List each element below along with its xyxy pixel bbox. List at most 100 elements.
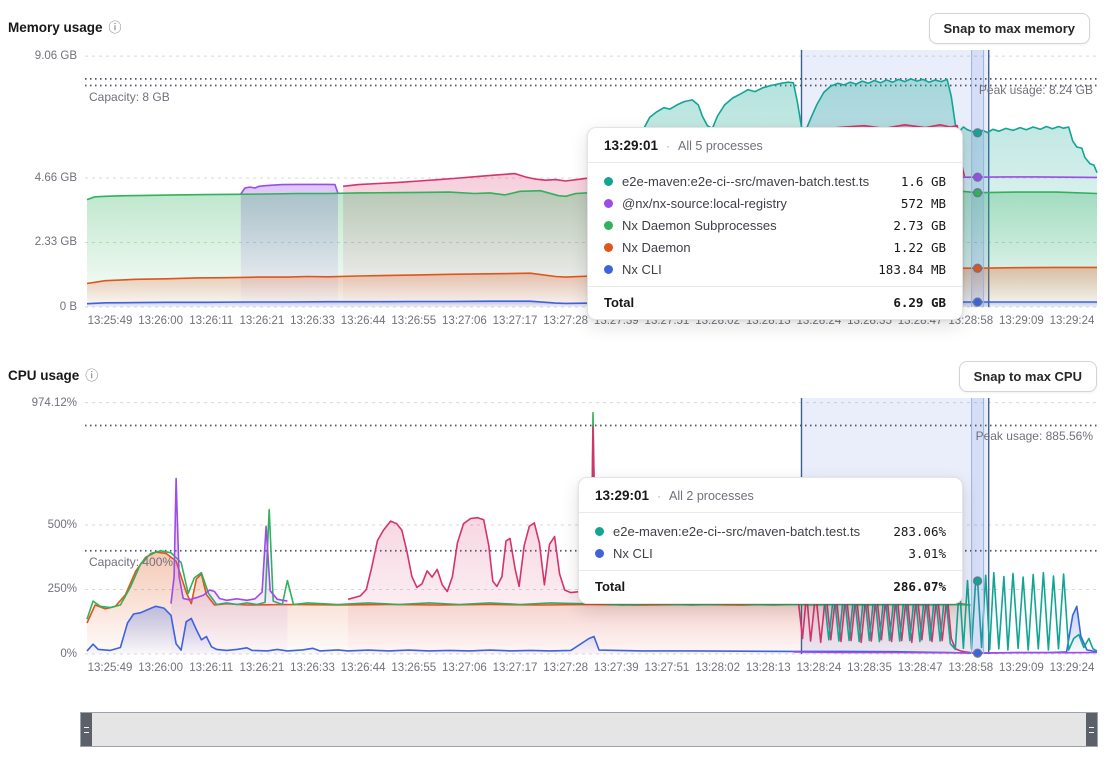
cpu-section-title: CPU usage ⓘ (8, 368, 98, 383)
snap-to-max-memory-button[interactable]: Snap to max memory (929, 13, 1091, 44)
process-name: Nx Daemon (622, 240, 884, 255)
process-value: 572 MB (901, 196, 946, 211)
process-name: e2e-maven:e2e-ci--src/maven-batch.test.t… (613, 524, 884, 539)
x-axis-label: 13:27:28 (543, 315, 588, 327)
series-color-dot (604, 265, 613, 274)
info-icon[interactable]: ⓘ (85, 369, 98, 382)
y-axis-label: 974.12% (32, 397, 77, 409)
hover-dot (974, 649, 982, 657)
x-axis-label: 13:28:13 (746, 662, 791, 674)
series-color-dot (604, 177, 613, 186)
hover-dot (974, 129, 982, 137)
hover-dot (974, 173, 982, 181)
x-axis-label: 13:25:49 (88, 315, 133, 327)
grip-icon (1089, 727, 1094, 733)
x-axis-label: 13:27:06 (442, 662, 487, 674)
x-axis-label: 13:26:33 (290, 662, 335, 674)
y-axis-label: 4.66 GB (35, 172, 77, 184)
tooltip-row: Nx CLI 3.01% (595, 542, 946, 564)
process-name: Nx CLI (613, 546, 899, 561)
info-icon[interactable]: ⓘ (109, 21, 122, 34)
cpu-title-text: CPU usage (8, 368, 79, 383)
series-color-dot (595, 549, 604, 558)
y-axis-label: 250% (48, 583, 77, 595)
y-axis-label: 0 B (60, 301, 77, 313)
tooltip-total-row: Total 6.29 GB (588, 286, 962, 319)
x-axis-label: 13:27:51 (645, 662, 690, 674)
x-axis-label: 13:27:17 (493, 315, 538, 327)
x-axis-label: 13:26:00 (138, 315, 183, 327)
x-axis-label: 13:28:58 (948, 662, 993, 674)
hover-dot (974, 298, 982, 306)
x-axis-label: 13:27:17 (493, 662, 538, 674)
tooltip-header: 13:29:01 · All 5 processes (588, 128, 962, 163)
brush-handle-left[interactable] (81, 713, 92, 746)
series-color-dot (604, 199, 613, 208)
series-line-local-registry (793, 652, 1097, 653)
x-axis-label: 13:27:06 (442, 315, 487, 327)
tooltip-total-row: Total 286.07% (579, 570, 962, 603)
peak-usage-label: Peak usage: 8.24 GB (979, 83, 1093, 97)
brush-track[interactable] (92, 713, 1086, 746)
series-color-dot (604, 221, 613, 230)
process-name: @nx/nx-source:local-registry (622, 196, 892, 211)
tooltip-subtitle: All 2 processes (669, 489, 754, 503)
tooltip-row: Nx Daemon Subprocesses 2.73 GB (604, 214, 946, 236)
process-name: Nx CLI (622, 262, 869, 277)
x-axis-label: 13:29:24 (1050, 662, 1095, 674)
tooltip-total-label: Total (604, 295, 634, 310)
x-axis-label: 13:26:55 (391, 662, 436, 674)
y-axis-label: 2.33 GB (35, 236, 77, 248)
x-axis-label: 13:25:49 (88, 662, 133, 674)
tooltip-total-value: 6.29 GB (893, 295, 946, 310)
cpu-tooltip: 13:29:01 · All 2 processes e2e-maven:e2e… (578, 477, 963, 604)
tooltip-row: Nx Daemon1.22 GB (604, 236, 946, 258)
y-axis-label: 500% (48, 519, 77, 531)
hover-dot (974, 189, 982, 197)
x-axis-label: 13:26:33 (290, 315, 335, 327)
x-axis-label: 13:27:28 (543, 662, 588, 674)
series-color-dot (595, 527, 604, 536)
tooltip-time: 13:29:01 (604, 138, 658, 153)
tooltip-row: e2e-maven:e2e-ci--src/maven-batch.test.t… (595, 520, 946, 542)
y-axis-label: 9.06 GB (35, 50, 77, 62)
tooltip-time: 13:29:01 (595, 488, 649, 503)
x-axis-label: 13:27:39 (594, 662, 639, 674)
x-axis-label: 13:29:09 (999, 662, 1044, 674)
tooltip-row: @nx/nx-source:local-registry 572 MB (604, 192, 946, 214)
tooltip-row: e2e-maven:e2e-ci--src/maven-batch.test.t… (604, 170, 946, 192)
x-axis-label: 13:28:24 (796, 662, 841, 674)
tooltip-process-list: e2e-maven:e2e-ci--src/maven-batch.test.t… (588, 163, 962, 286)
timeline-brush[interactable] (80, 712, 1098, 747)
x-axis-label: 13:29:24 (1050, 315, 1095, 327)
x-axis-label: 13:26:11 (189, 662, 233, 674)
tooltip-header: 13:29:01 · All 2 processes (579, 478, 962, 513)
x-axis-label: 13:26:44 (341, 662, 386, 674)
x-axis-label: 13:26:21 (240, 315, 285, 327)
x-axis-label: 13:29:09 (999, 315, 1044, 327)
process-name: e2e-maven:e2e-ci--src/maven-batch.test.t… (622, 174, 892, 189)
process-value: 1.6 GB (901, 174, 946, 189)
x-axis-label: 13:28:35 (847, 662, 892, 674)
capacity-label: Capacity: 8 GB (89, 90, 170, 104)
tooltip-total-label: Total (595, 579, 625, 594)
process-value: 183.84 MB (878, 262, 946, 277)
resource-usage-page: Memory usage ⓘ Snap to max memory 9.06 G… (0, 0, 1118, 761)
x-axis-label: 13:26:21 (240, 662, 285, 674)
memory-title-text: Memory usage (8, 20, 103, 35)
process-name: Nx Daemon Subprocesses (622, 218, 884, 233)
process-value: 3.01% (908, 546, 946, 561)
process-value: 2.73 GB (893, 218, 946, 233)
tooltip-separator: · (657, 489, 661, 503)
x-axis-label: 13:28:47 (898, 662, 943, 674)
y-axis-label: 0% (60, 648, 77, 660)
hover-dot (974, 264, 982, 272)
brush-handle-right[interactable] (1086, 713, 1097, 746)
snap-to-max-cpu-button[interactable]: Snap to max CPU (959, 361, 1097, 392)
tooltip-process-list: e2e-maven:e2e-ci--src/maven-batch.test.t… (579, 513, 962, 570)
x-axis-label: 13:26:00 (138, 662, 183, 674)
memory-section-title: Memory usage ⓘ (8, 20, 122, 35)
capacity-label: Capacity: 400% (89, 555, 173, 569)
memory-tooltip: 13:29:01 · All 5 processes e2e-maven:e2e… (587, 127, 963, 320)
peak-usage-label: Peak usage: 885.56% (976, 429, 1093, 443)
